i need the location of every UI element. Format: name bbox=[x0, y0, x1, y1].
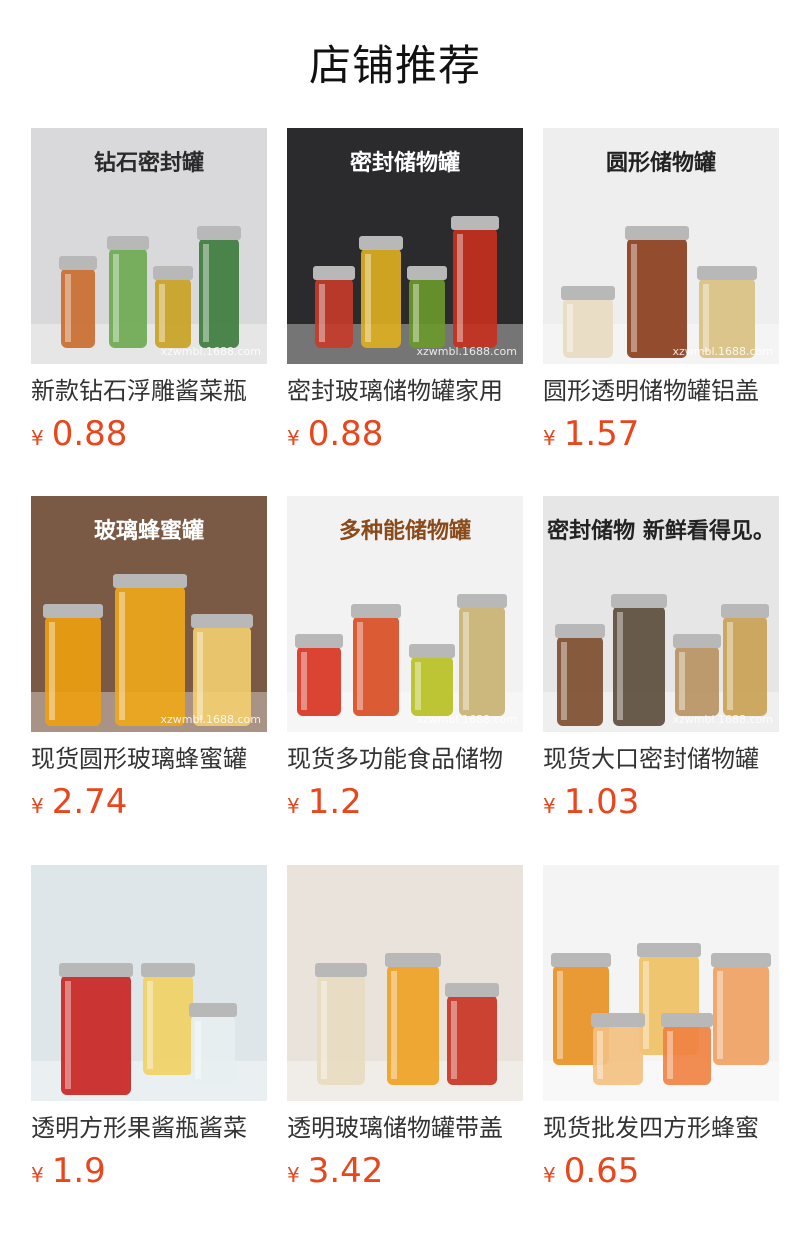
product-price: ¥1.03 bbox=[543, 782, 639, 826]
product-card[interactable]: 玻璃蜂蜜罐 xzwmbl.1688.com 现货圆形玻璃蜂蜜罐 ¥2.74 bbox=[31, 496, 267, 836]
price-value: 1.2 bbox=[307, 782, 362, 822]
product-price: ¥3.42 bbox=[287, 1151, 383, 1195]
product-card[interactable]: 钻石密封罐 xzwmbl.1688.com 新款钻石浮雕酱菜瓶 ¥0.88 bbox=[31, 128, 267, 468]
banner-text: 玻璃蜂蜜罐 bbox=[94, 518, 204, 544]
price-value: 3.42 bbox=[307, 1151, 384, 1191]
currency-symbol: ¥ bbox=[543, 794, 556, 818]
product-price: ¥0.65 bbox=[543, 1151, 639, 1195]
product-card[interactable]: 现货批发四方形蜂蜜 ¥0.65 bbox=[543, 865, 779, 1205]
jar-illustration bbox=[543, 865, 779, 1101]
product-price: ¥0.88 bbox=[31, 414, 127, 458]
jar-illustration bbox=[31, 865, 267, 1101]
page-title: 店铺推荐 bbox=[308, 41, 481, 90]
price-value: 1.03 bbox=[563, 782, 640, 822]
product-image[interactable] bbox=[287, 865, 523, 1101]
product-name[interactable]: 现货大口密封储物罐 bbox=[543, 742, 779, 776]
jar-illustration: 密封储物罐 bbox=[287, 128, 523, 364]
product-price: ¥2.74 bbox=[31, 782, 127, 826]
currency-symbol: ¥ bbox=[543, 1163, 556, 1187]
currency-symbol: ¥ bbox=[287, 794, 300, 818]
product-price: ¥1.57 bbox=[543, 414, 639, 458]
product-card[interactable]: 密封储物 新鲜看得见。 xzwmbl.1688.com 现货大口密封储物罐 ¥1.… bbox=[543, 496, 779, 836]
currency-symbol: ¥ bbox=[287, 1163, 300, 1187]
jar-illustration: 玻璃蜂蜜罐 bbox=[31, 496, 267, 732]
currency-symbol: ¥ bbox=[287, 426, 300, 450]
product-image[interactable] bbox=[543, 865, 779, 1101]
price-value: 2.74 bbox=[51, 782, 128, 822]
watermark-text: xzwmbl.1688.com bbox=[416, 713, 517, 726]
product-name[interactable]: 透明方形果酱瓶酱菜 bbox=[31, 1111, 267, 1145]
price-value: 1.9 bbox=[51, 1151, 106, 1191]
product-price: ¥1.9 bbox=[31, 1151, 106, 1195]
product-name[interactable]: 密封玻璃储物罐家用 bbox=[287, 374, 523, 408]
jar-illustration: 多种能储物罐 bbox=[287, 496, 523, 732]
price-value: 1.57 bbox=[563, 414, 640, 454]
watermark-text: xzwmbl.1688.com bbox=[672, 713, 773, 726]
jar-illustration: 钻石密封罐 bbox=[31, 128, 267, 364]
banner-text: 密封储物 新鲜看得见。 bbox=[547, 518, 775, 544]
watermark-text: xzwmbl.1688.com bbox=[160, 345, 261, 358]
product-card[interactable]: 多种能储物罐 xzwmbl.1688.com 现货多功能食品储物 ¥1.2 bbox=[287, 496, 523, 836]
banner-text: 圆形储物罐 bbox=[606, 150, 716, 176]
currency-symbol: ¥ bbox=[31, 1163, 44, 1187]
jar-illustration: 圆形储物罐 bbox=[543, 128, 779, 364]
watermark-text: xzwmbl.1688.com bbox=[416, 345, 517, 358]
product-image[interactable]: 钻石密封罐 xzwmbl.1688.com bbox=[31, 128, 267, 364]
currency-symbol: ¥ bbox=[543, 426, 556, 450]
price-value: 0.88 bbox=[307, 414, 384, 454]
product-name[interactable]: 现货多功能食品储物 bbox=[287, 742, 523, 776]
product-price: ¥1.2 bbox=[287, 782, 362, 826]
product-image[interactable]: 圆形储物罐 xzwmbl.1688.com bbox=[543, 128, 779, 364]
product-name[interactable]: 现货圆形玻璃蜂蜜罐 bbox=[31, 742, 267, 776]
product-image[interactable] bbox=[31, 865, 267, 1101]
product-name[interactable]: 圆形透明储物罐铝盖 bbox=[543, 374, 779, 408]
watermark-text: xzwmbl.1688.com bbox=[672, 345, 773, 358]
watermark-text: xzwmbl.1688.com bbox=[160, 713, 261, 726]
product-card[interactable]: 圆形储物罐 xzwmbl.1688.com 圆形透明储物罐铝盖 ¥1.57 bbox=[543, 128, 779, 468]
currency-symbol: ¥ bbox=[31, 794, 44, 818]
product-image[interactable]: 多种能储物罐 xzwmbl.1688.com bbox=[287, 496, 523, 732]
product-name[interactable]: 新款钻石浮雕酱菜瓶 bbox=[31, 374, 267, 408]
price-value: 0.65 bbox=[563, 1151, 640, 1191]
product-image[interactable]: 密封储物 新鲜看得见。 xzwmbl.1688.com bbox=[543, 496, 779, 732]
product-card[interactable]: 透明玻璃储物罐带盖 ¥3.42 bbox=[287, 865, 523, 1205]
banner-text: 多种能储物罐 bbox=[339, 518, 471, 544]
jar-illustration bbox=[287, 865, 523, 1101]
banner-text: 密封储物罐 bbox=[350, 150, 460, 176]
jar-illustration: 密封储物 新鲜看得见。 bbox=[543, 496, 779, 732]
product-name[interactable]: 现货批发四方形蜂蜜 bbox=[543, 1111, 779, 1145]
product-card[interactable]: 透明方形果酱瓶酱菜 ¥1.9 bbox=[31, 865, 267, 1205]
product-image[interactable]: 玻璃蜂蜜罐 xzwmbl.1688.com bbox=[31, 496, 267, 732]
banner-text: 钻石密封罐 bbox=[94, 150, 204, 176]
product-card[interactable]: 密封储物罐 xzwmbl.1688.com 密封玻璃储物罐家用 ¥0.88 bbox=[287, 128, 523, 468]
product-price: ¥0.88 bbox=[287, 414, 383, 458]
price-value: 0.88 bbox=[51, 414, 128, 454]
currency-symbol: ¥ bbox=[31, 426, 44, 450]
product-name[interactable]: 透明玻璃储物罐带盖 bbox=[287, 1111, 523, 1145]
product-image[interactable]: 密封储物罐 xzwmbl.1688.com bbox=[287, 128, 523, 364]
